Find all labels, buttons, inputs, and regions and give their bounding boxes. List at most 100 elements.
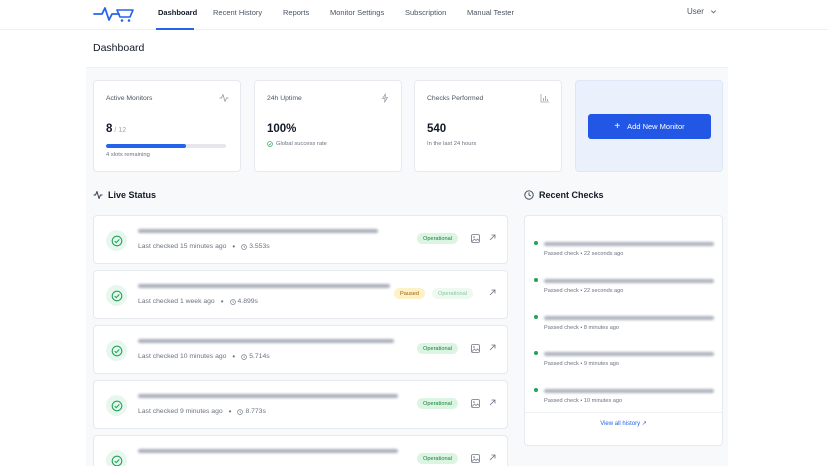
status-badge: Operational xyxy=(417,233,458,244)
check-circle-icon xyxy=(111,235,122,246)
panel-divider xyxy=(525,412,722,413)
status-dot xyxy=(534,278,538,282)
page-title: Dashboard xyxy=(93,42,145,54)
last-checked: Last checked 10 minutes ago xyxy=(138,353,227,360)
active-monitors-card: Active Monitors 8/ 12 4 slots remaining xyxy=(93,80,241,172)
stat-label: Active Monitors xyxy=(106,95,153,102)
last-checked: Last checked 1 week ago xyxy=(138,298,215,305)
status-badge: Operational xyxy=(417,343,458,354)
external-link-icon[interactable] xyxy=(488,343,497,352)
active-tab-indicator xyxy=(156,28,194,30)
check-url-redacted xyxy=(544,242,714,246)
response-time: 4.899s xyxy=(237,298,258,305)
check-meta: Passed check • 9 minutes ago xyxy=(544,361,620,367)
status-indicator xyxy=(106,285,127,306)
recent-checks-header: Recent Checks xyxy=(524,190,604,200)
plus-icon: + xyxy=(614,120,621,132)
nav-reports[interactable]: Reports xyxy=(283,8,309,17)
progress-fill xyxy=(106,144,187,148)
status-badge: Operational xyxy=(417,453,458,464)
status-dot xyxy=(534,388,538,392)
nav-manual-tester[interactable]: Manual Tester xyxy=(467,8,514,17)
status-badge: Operational xyxy=(417,398,458,409)
add-monitor-card: + Add New Monitor xyxy=(575,80,723,172)
check-url-redacted xyxy=(544,316,714,320)
nav-dashboard[interactable]: Dashboard xyxy=(158,8,197,17)
status-dot xyxy=(534,315,538,319)
user-menu[interactable]: User xyxy=(687,7,717,16)
check-meta: Passed check • 10 minutes ago xyxy=(544,398,623,404)
recent-check-item[interactable]: Passed check • 9 minutes ago xyxy=(525,345,724,381)
stat-label: 24h Uptime xyxy=(267,95,302,102)
nav-monitor-settings[interactable]: Monitor Settings xyxy=(330,8,384,17)
monitor-meta: Last checked 1 week ago • 4.899s xyxy=(138,297,258,306)
monitor-name-redacted xyxy=(138,394,398,398)
view-all-history-link[interactable]: View all history ↗ xyxy=(525,420,722,427)
check-circle-icon xyxy=(267,141,273,147)
monitor-card[interactable]: Operational xyxy=(93,435,508,466)
check-url-redacted xyxy=(544,279,714,283)
active-count: 8 xyxy=(106,123,113,135)
check-meta: Passed check • 8 minutes ago xyxy=(544,325,620,331)
monitor-meta: Last checked 10 minutes ago • 5.714s xyxy=(138,352,270,361)
check-url-redacted xyxy=(544,389,714,393)
recent-check-item[interactable]: Passed check • 22 seconds ago xyxy=(525,272,724,308)
image-icon[interactable] xyxy=(471,234,480,243)
monitor-card[interactable]: Last checked 9 minutes ago • 8.773s Oper… xyxy=(93,380,508,429)
status-indicator xyxy=(106,340,127,361)
status-badge: Operational xyxy=(432,288,473,299)
check-circle-icon xyxy=(111,345,122,356)
clock-icon xyxy=(241,353,248,360)
image-icon[interactable] xyxy=(471,454,480,463)
clock-icon xyxy=(524,190,534,200)
chevron-down-icon xyxy=(710,10,716,14)
last-checked: Last checked 15 minutes ago xyxy=(138,243,227,250)
clock-icon xyxy=(229,298,236,305)
status-indicator xyxy=(106,395,127,416)
last-checked: Last checked 9 minutes ago xyxy=(138,408,223,415)
stat-value: 540 xyxy=(427,123,447,135)
monitor-card[interactable]: Last checked 15 minutes ago • 3.553s Ope… xyxy=(93,215,508,264)
checks-card: Checks Performed 540 In the last 24 hour… xyxy=(414,80,562,172)
stat-label: Checks Performed xyxy=(427,95,484,102)
live-status-header: Live Status xyxy=(93,190,156,200)
status-dot xyxy=(534,351,538,355)
check-meta: Passed check • 22 seconds ago xyxy=(544,251,624,257)
clock-icon xyxy=(241,243,248,250)
top-nav: Dashboard Recent History Reports Monitor… xyxy=(0,0,828,30)
check-circle-icon xyxy=(111,290,122,301)
live-status-title: Live Status xyxy=(108,190,157,200)
external-link-icon[interactable] xyxy=(488,453,497,462)
recent-check-item[interactable]: Passed check • 22 seconds ago xyxy=(525,235,724,271)
monitor-card[interactable]: Last checked 1 week ago • 4.899s Paused … xyxy=(93,270,508,319)
nav-subscription[interactable]: Subscription xyxy=(405,8,446,17)
image-icon[interactable] xyxy=(471,399,480,408)
stat-value: 100% xyxy=(267,123,297,135)
external-link-icon[interactable] xyxy=(488,398,497,407)
checks-sub: In the last 24 hours xyxy=(427,141,477,147)
monitor-name-redacted xyxy=(138,339,394,343)
user-label: User xyxy=(687,7,704,16)
status-indicator xyxy=(106,450,127,466)
monitor-total: / 12 xyxy=(114,127,127,134)
monitor-meta: Last checked 15 minutes ago • 3.553s xyxy=(138,242,270,251)
slot-progress-bar xyxy=(106,144,226,148)
nav-recent-history[interactable]: Recent History xyxy=(213,8,262,17)
response-time: 5.714s xyxy=(249,353,270,360)
add-new-monitor-button[interactable]: + Add New Monitor xyxy=(588,114,711,139)
external-link-icon[interactable] xyxy=(488,233,497,242)
check-url-redacted xyxy=(544,352,714,356)
monitor-card[interactable]: Last checked 10 minutes ago • 5.714s Ope… xyxy=(93,325,508,374)
image-icon[interactable] xyxy=(471,344,480,353)
paused-badge: Paused xyxy=(394,288,425,299)
monitor-name-redacted xyxy=(138,284,390,288)
check-meta: Passed check • 22 seconds ago xyxy=(544,288,624,294)
uptime-card: 24h Uptime 100% Global success rate xyxy=(254,80,402,172)
uptime-sub-text: Global success rate xyxy=(276,141,327,147)
recent-check-item[interactable]: Passed check • 8 minutes ago xyxy=(525,309,724,345)
uptime-sub: Global success rate xyxy=(267,141,327,147)
external-link-icon[interactable] xyxy=(488,288,497,297)
check-circle-icon xyxy=(111,400,122,411)
monitor-name-redacted xyxy=(138,449,398,453)
heartbeat-cart-icon[interactable] xyxy=(93,5,135,23)
